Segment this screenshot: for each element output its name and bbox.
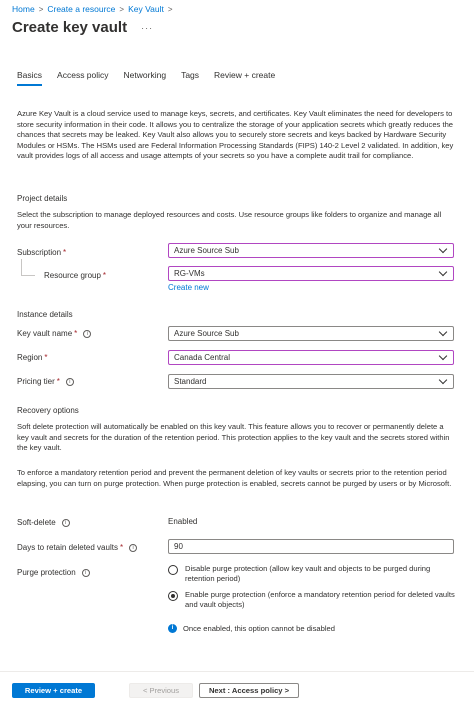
breadcrumb-key-vault[interactable]: Key Vault	[128, 4, 164, 14]
soft-delete-value: Enabled	[168, 517, 198, 526]
resource-group-value: RG-VMs	[174, 269, 205, 278]
subscription-label: Subscription *	[17, 248, 66, 257]
subscription-dropdown[interactable]: Azure Source Sub	[168, 243, 454, 258]
info-icon[interactable]: i	[65, 377, 74, 386]
project-details-heading: Project details	[17, 194, 68, 203]
resource-group-label: Resource group *	[44, 271, 106, 280]
title-row: Create key vault ···	[12, 19, 153, 36]
region-label-text: Region	[17, 353, 43, 362]
purge-protection-label: Purge protection i	[17, 568, 90, 577]
radio-button-selected[interactable]	[168, 591, 178, 601]
instance-details-heading: Instance details	[17, 310, 73, 319]
breadcrumb-create-resource[interactable]: Create a resource	[47, 4, 115, 14]
purge-option-disable-label: Disable purge protection (allow key vaul…	[185, 564, 431, 583]
recovery-options-heading: Recovery options	[17, 406, 79, 415]
key-vault-name-label-text: Key vault name	[17, 329, 73, 338]
soft-delete-label: Soft-delete i	[17, 518, 70, 527]
soft-delete-label-text: Soft-delete	[17, 518, 56, 527]
tab-networking[interactable]: Networking	[124, 70, 167, 86]
tab-tags[interactable]: Tags	[181, 70, 199, 86]
footer-divider	[0, 671, 474, 672]
key-vault-name-value: Azure Source Sub	[174, 329, 239, 338]
create-new-link[interactable]: Create new	[168, 283, 209, 292]
tab-basics[interactable]: Basics	[17, 70, 43, 86]
days-retain-label: Days to retain deleted vaults * i	[17, 543, 138, 552]
required-marker: *	[63, 248, 67, 257]
days-retain-label-text: Days to retain deleted vaults	[17, 543, 118, 552]
pricing-tier-label-text: Pricing tier	[17, 377, 55, 386]
purge-warning-text: Once enabled, this option cannot be disa…	[183, 624, 335, 633]
region-dropdown[interactable]: Canada Central	[168, 350, 454, 365]
region-value: Canada Central	[174, 353, 231, 362]
key-vault-name-input[interactable]: Azure Source Sub	[168, 326, 454, 341]
subscription-value: Azure Source Sub	[174, 246, 239, 255]
required-marker: *	[74, 329, 78, 338]
info-icon[interactable]: i	[81, 568, 90, 577]
tab-bar: Basics Access policy Networking Tags Rev…	[17, 70, 290, 86]
pricing-tier-value: Standard	[174, 377, 207, 386]
project-details-description: Select the subscription to manage deploy…	[17, 210, 442, 230]
chevron-down-icon	[438, 351, 448, 361]
tree-connector	[21, 275, 35, 276]
subscription-label-text: Subscription	[17, 248, 62, 257]
review-create-button[interactable]: Review + create	[12, 683, 95, 698]
region-label: Region *	[17, 353, 47, 362]
purge-protection-description: To enforce a mandatory retention period …	[17, 468, 452, 488]
resource-group-dropdown[interactable]: RG-VMs	[168, 266, 454, 281]
info-icon[interactable]: i	[129, 543, 138, 552]
tab-access-policy[interactable]: Access policy	[57, 70, 109, 86]
info-filled-icon: i	[168, 624, 177, 633]
tree-connector	[21, 259, 22, 275]
breadcrumb-separator: >	[167, 4, 173, 14]
breadcrumb-home[interactable]: Home	[12, 4, 35, 14]
purge-protection-label-text: Purge protection	[17, 568, 76, 577]
tab-review-create[interactable]: Review + create	[214, 70, 275, 86]
pricing-tier-dropdown[interactable]: Standard	[168, 374, 454, 389]
required-marker: *	[102, 271, 107, 280]
radio-button[interactable]	[168, 565, 178, 575]
purge-option-enable[interactable]: Enable purge protection (enforce a manda…	[168, 590, 458, 610]
pricing-tier-label: Pricing tier * i	[17, 377, 74, 386]
purge-warning: i Once enabled, this option cannot be di…	[168, 624, 335, 633]
soft-delete-description: Soft delete protection will automaticall…	[17, 422, 450, 452]
required-marker: *	[119, 543, 124, 552]
purge-option-enable-label: Enable purge protection (enforce a manda…	[185, 590, 455, 609]
chevron-down-icon	[438, 267, 448, 277]
breadcrumb: Home > Create a resource > Key Vault >	[12, 4, 177, 14]
required-marker: *	[44, 353, 48, 362]
next-access-policy-button[interactable]: Next : Access policy >	[199, 683, 299, 698]
purge-option-disable[interactable]: Disable purge protection (allow key vaul…	[168, 564, 458, 584]
previous-button[interactable]: < Previous	[129, 683, 193, 698]
required-marker: *	[56, 377, 60, 386]
info-icon[interactable]: i	[83, 329, 92, 338]
key-vault-name-label: Key vault name * i	[17, 329, 92, 338]
ellipsis-icon[interactable]: ···	[141, 23, 153, 33]
breadcrumb-separator: >	[119, 4, 125, 14]
chevron-down-icon	[438, 327, 448, 337]
breadcrumb-separator: >	[38, 4, 44, 14]
intro-description: Azure Key Vault is a cloud service used …	[17, 109, 454, 160]
resource-group-label-text: Resource group	[44, 271, 101, 280]
page-title: Create key vault	[12, 19, 128, 36]
chevron-down-icon	[438, 244, 448, 254]
chevron-down-icon	[438, 375, 448, 385]
days-retain-input[interactable]: 90	[168, 539, 454, 554]
info-icon[interactable]: i	[61, 518, 70, 527]
